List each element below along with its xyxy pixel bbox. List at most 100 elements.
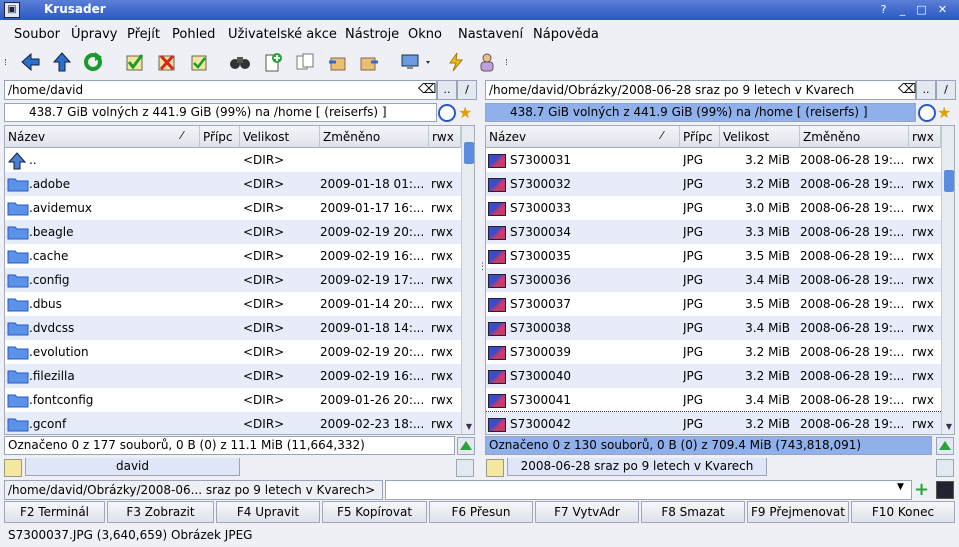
folder-row[interactable]: .adobe <DIR> 2009-01-18 01:... rwx (5, 172, 474, 196)
left-col-ext[interactable]: Přípc (200, 126, 240, 148)
right-green-up-icon[interactable] (936, 437, 954, 455)
right-bookmark-icon[interactable]: ★ (937, 103, 951, 122)
file-row[interactable]: S7300035 JPG 3.5 MiB 2008-06-28 19:... rwx (486, 244, 954, 268)
select-all-icon[interactable] (122, 49, 148, 75)
menu-uzivatelske-akce[interactable]: Uživatelské akce (228, 27, 337, 42)
file-row[interactable]: S7300033 JPG 3.0 MiB 2008-06-28 19:... rwx (486, 196, 954, 220)
close-icon[interactable]: ✕ (935, 3, 950, 17)
left-bookmark-icon[interactable]: ★ (458, 103, 472, 122)
left-scroll-thumb[interactable] (464, 142, 474, 164)
right-scroll-down-icon[interactable]: ▼ (942, 420, 954, 434)
back-icon[interactable] (17, 49, 43, 75)
f6-move-button[interactable]: F6 Přesun (429, 501, 533, 523)
disk-usage-icon[interactable] (443, 49, 469, 75)
left-green-up-icon[interactable] (457, 437, 475, 455)
panel-splitter[interactable]: ⋮ (478, 263, 487, 284)
binoculars-icon[interactable] (227, 49, 253, 75)
right-close-tab-icon[interactable] (936, 459, 954, 477)
menu-soubor[interactable]: Soubor (14, 27, 60, 42)
folder-row[interactable]: .fontconfig <DIR> 2009-01-26 20:... rwx (5, 388, 474, 412)
parent-dir-row[interactable]: .. <DIR> (5, 148, 474, 172)
folder-row[interactable]: .dvdcss <DIR> 2009-01-18 14:... rwx (5, 316, 474, 340)
f4-edit-button[interactable]: F4 Upravit (216, 501, 320, 523)
cmdline-add-icon[interactable]: + (914, 481, 932, 499)
toolbar-grip-2[interactable] (506, 59, 509, 65)
left-root-button[interactable]: / (457, 80, 477, 100)
file-row[interactable]: S7300037 JPG 3.5 MiB 2008-06-28 19:... rwx (486, 292, 954, 316)
menu-upravy[interactable]: Úpravy (71, 27, 117, 42)
maximize-icon[interactable]: □ (914, 3, 929, 17)
app-icon[interactable]: ▣ (4, 2, 20, 18)
cmdline-input[interactable] (385, 480, 912, 500)
folder-row[interactable]: .dbus <DIR> 2009-01-14 20:... rwx (5, 292, 474, 316)
right-col-date[interactable]: Změněno (800, 126, 909, 148)
f7-mkdir-button[interactable]: F7 VytvAdr (535, 501, 639, 523)
right-scrollbar[interactable]: ▼ (941, 126, 954, 434)
left-new-tab-icon[interactable] (4, 459, 22, 477)
folder-row[interactable]: .avidemux <DIR> 2009-01-17 16:... rwx (5, 196, 474, 220)
right-history-button[interactable]: .. (916, 80, 936, 100)
folder-row[interactable]: .gconf <DIR> 2009-02-23 18:... rwx (5, 412, 474, 434)
left-col-size[interactable]: Velikost (240, 126, 320, 148)
network-icon[interactable] (398, 49, 434, 75)
right-path-field[interactable]: /home/david/Obrázky/2008-06-28 sraz po 9… (485, 80, 916, 100)
file-row[interactable]: S7300034 JPG 3.3 MiB 2008-06-28 19:... rwx (486, 220, 954, 244)
root-user-icon[interactable] (474, 49, 500, 75)
left-col-name[interactable]: Název (5, 126, 200, 148)
right-tab-folder[interactable]: 2008-06-28 sraz po 9 letech v Kvarech (507, 458, 767, 476)
f10-quit-button[interactable]: F10 Konec (851, 501, 955, 523)
right-new-tab-icon[interactable] (486, 459, 504, 477)
clear-path-icon-right[interactable]: ⌫ (898, 82, 916, 97)
refresh-icon[interactable] (80, 49, 106, 75)
folder-row[interactable]: .beagle <DIR> 2009-02-19 20:... rwx (5, 220, 474, 244)
folder-row[interactable]: .evolution <DIR> 2009-02-19 20:... rwx (5, 340, 474, 364)
f9-rename-button[interactable]: F9 Přejmenovat (747, 501, 849, 523)
left-col-date[interactable]: Změněno (320, 126, 429, 148)
right-col-name[interactable]: Název (486, 126, 680, 148)
f2-terminal-button[interactable]: F2 Terminál (4, 501, 105, 523)
help-icon[interactable]: ? (876, 3, 891, 17)
file-row[interactable]: S7300032 JPG 3.2 MiB 2008-06-28 19:... rwx (486, 172, 954, 196)
left-col-perm[interactable]: rwx (429, 126, 461, 148)
file-row[interactable]: S7300038 JPG 3.4 MiB 2008-06-28 19:... rwx (486, 316, 954, 340)
up-icon[interactable] (49, 49, 75, 75)
file-row[interactable]: S7300040 JPG 3.2 MiB 2008-06-28 19:... rwx (486, 364, 954, 388)
menu-nastroje[interactable]: Nástroje (345, 27, 399, 42)
f3-view-button[interactable]: F3 Zobrazit (107, 501, 214, 523)
right-col-ext[interactable]: Přípc (680, 126, 720, 148)
pack-icon[interactable] (324, 49, 350, 75)
menu-napoveda[interactable]: Nápověda (533, 27, 599, 42)
cmdline-dropdown-icon[interactable]: ▼ (897, 482, 904, 492)
left-scroll-down-icon[interactable]: ▼ (462, 420, 474, 434)
left-sync-icon[interactable] (438, 104, 456, 122)
folder-row[interactable]: .filezilla <DIR> 2009-02-19 16:... rwx (5, 364, 474, 388)
unpack-icon[interactable] (356, 49, 382, 75)
right-root-button[interactable]: / (936, 80, 956, 100)
left-file-list[interactable]: Název ⁄ Přípc Velikost Změněno rwx .. <DI… (4, 125, 475, 435)
compare-icon[interactable] (292, 49, 318, 75)
f5-copy-button[interactable]: F5 Kopírovat (322, 501, 427, 523)
file-row[interactable]: S7300031 JPG 3.2 MiB 2008-06-28 19:... rwx (486, 148, 954, 172)
terminal-icon[interactable] (936, 481, 954, 499)
left-tab-david[interactable]: david (25, 458, 240, 476)
left-scrollbar[interactable]: ▼ (461, 126, 474, 434)
left-history-button[interactable]: .. (437, 80, 457, 100)
invert-selection-icon[interactable] (186, 49, 212, 75)
clear-path-icon[interactable]: ⌫ (418, 82, 436, 97)
file-row[interactable]: S7300041 JPG 3.4 MiB 2008-06-28 19:... rwx (486, 388, 954, 412)
menu-prejit[interactable]: Přejít (127, 27, 160, 42)
left-path-field[interactable]: /home/david (4, 80, 437, 100)
unselect-all-icon[interactable] (154, 49, 180, 75)
right-scroll-thumb[interactable] (944, 170, 954, 192)
menu-pohled[interactable]: Pohled (172, 27, 215, 42)
file-row[interactable]: S7300042 JPG 3.2 MiB 2008-06-28 19:... rwx (486, 411, 954, 434)
file-row[interactable]: S7300039 JPG 3.2 MiB 2008-06-28 19:... rwx (486, 340, 954, 364)
toolbar-grip[interactable] (5, 59, 8, 65)
right-file-list[interactable]: Název ⁄ Přípc Velikost Změněno rwx S7300… (485, 125, 955, 435)
folder-row[interactable]: .config <DIR> 2009-02-19 17:... rwx (5, 268, 474, 292)
new-file-icon[interactable] (260, 49, 286, 75)
right-col-size[interactable]: Velikost (720, 126, 800, 148)
right-col-perm[interactable]: rwx (909, 126, 941, 148)
menu-okno[interactable]: Okno (408, 27, 442, 42)
menu-nastaveni[interactable]: Nastavení (458, 27, 523, 42)
